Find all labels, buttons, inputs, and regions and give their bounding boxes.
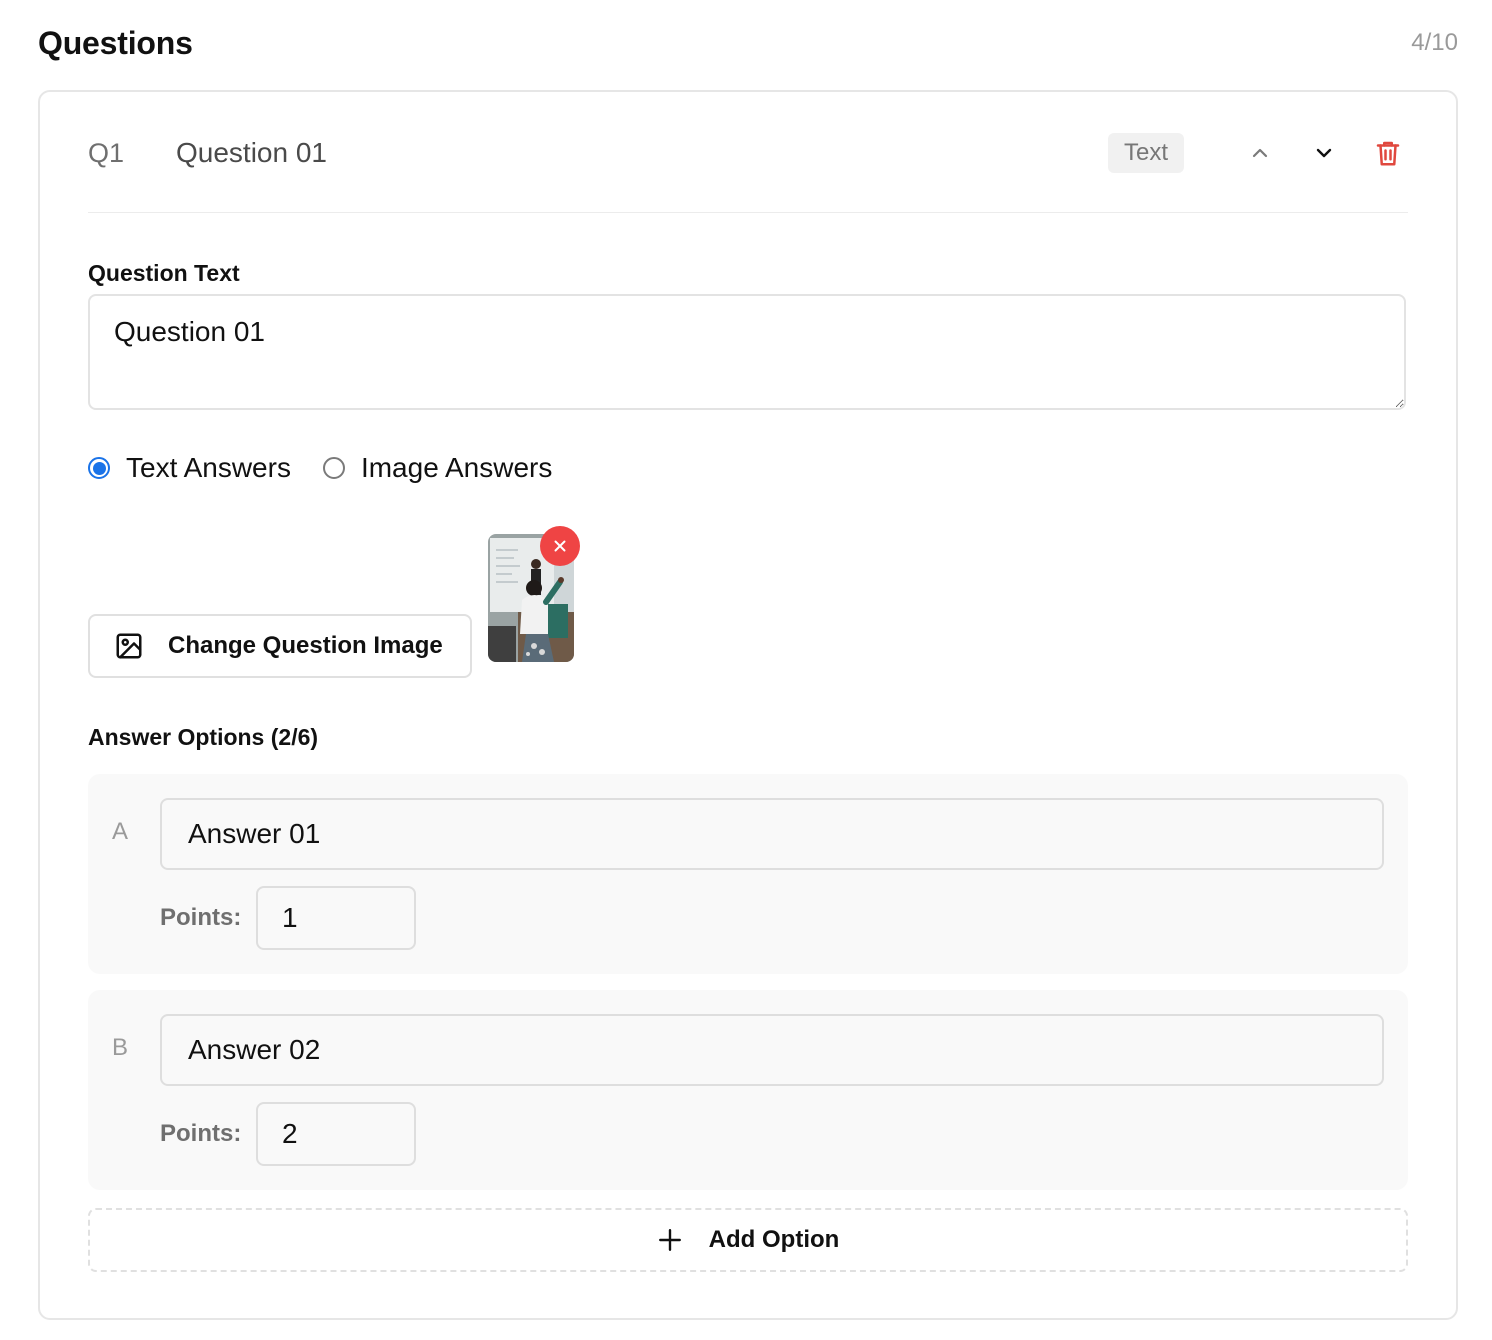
points-label: Points: xyxy=(160,1120,242,1147)
question-card: Q1 Question 01 Text Question Text Questi… xyxy=(38,90,1458,1320)
move-up-button[interactable] xyxy=(1240,133,1280,173)
text-answers-radio[interactable]: Text Answers xyxy=(88,452,291,484)
plus-icon xyxy=(658,1229,681,1251)
points-label: Points: xyxy=(160,904,242,931)
points-input[interactable] xyxy=(256,886,416,950)
question-text-label: Question Text xyxy=(88,260,240,286)
radio-unchecked-icon xyxy=(322,457,345,479)
answer-option-card: B Points: xyxy=(88,990,1408,1190)
answer-mode-group: Text Answers Image Answers xyxy=(88,448,584,488)
question-image-preview xyxy=(488,526,580,662)
remove-image-button[interactable] xyxy=(540,526,580,566)
image-icon xyxy=(116,633,142,659)
option-letter: B xyxy=(112,1034,129,1061)
answer-text-input[interactable] xyxy=(160,1014,1384,1086)
chevron-up-icon xyxy=(1252,148,1268,158)
image-answers-label: Image Answers xyxy=(360,452,553,483)
answer-option-card: A Points: xyxy=(88,774,1408,974)
question-count: 4/10 xyxy=(1411,29,1458,56)
question-number: Q1 xyxy=(88,137,125,168)
move-down-button[interactable] xyxy=(1304,133,1344,173)
chevron-down-icon xyxy=(1316,148,1332,158)
question-text-input[interactable]: Question 01 xyxy=(88,294,1406,410)
close-icon xyxy=(554,540,566,552)
option-letter: A xyxy=(112,818,129,845)
text-answers-label: Text Answers xyxy=(126,452,291,483)
points-input[interactable] xyxy=(256,1102,416,1166)
image-answers-radio[interactable]: Image Answers xyxy=(322,452,553,484)
page-title: Questions xyxy=(38,24,193,61)
question-title: Question 01 xyxy=(176,137,327,168)
add-option-button[interactable]: Add Option xyxy=(88,1208,1408,1272)
question-header: Q1 Question 01 Text xyxy=(88,122,1408,184)
answer-text-input[interactable] xyxy=(160,798,1384,870)
answer-options-label: Answer Options (2/6) xyxy=(88,724,319,750)
add-option-label: Add Option xyxy=(708,1226,840,1253)
question-type-badge[interactable]: Text xyxy=(1107,133,1184,173)
radio-checked-icon xyxy=(88,457,110,479)
trash-icon xyxy=(1376,141,1400,166)
change-question-image-label: Change Question Image xyxy=(168,632,443,659)
page-header: Questions 4/10 xyxy=(38,20,1458,66)
delete-question-button[interactable] xyxy=(1368,133,1408,173)
change-question-image-button[interactable]: Change Question Image xyxy=(88,614,472,678)
header-divider xyxy=(88,212,1408,213)
